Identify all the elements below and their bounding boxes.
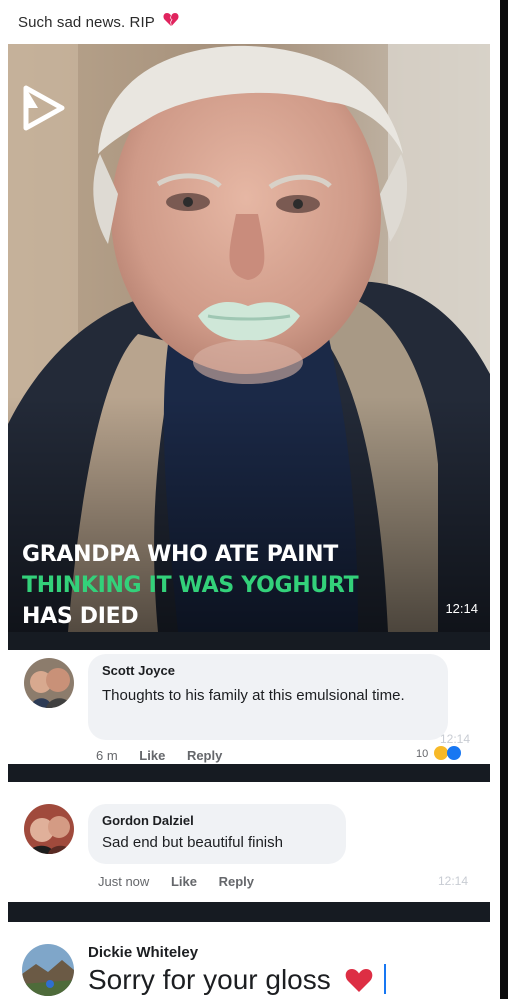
separator-band	[8, 764, 490, 782]
comment-text: Thoughts to his family at this emulsiona…	[102, 687, 405, 704]
like-reaction-icon	[447, 746, 462, 760]
avatar[interactable]	[24, 804, 74, 854]
screenshot-frame: Such sad news. RIP GRANDPA WHO ATE PAINT…	[0, 0, 508, 999]
separator-band	[8, 902, 490, 922]
comment-author[interactable]: Scott Joyce	[102, 663, 434, 678]
comment-actions: Just now Like Reply	[98, 874, 272, 889]
video-timestamp: 12:14	[445, 601, 478, 616]
composer-author: Dickie Whiteley	[88, 944, 199, 961]
play-logo-icon	[18, 84, 66, 137]
comment-author[interactable]: Gordon Dalziel	[102, 813, 332, 828]
comment-bubble[interactable]: Scott Joyce Thoughts to his family at th…	[88, 654, 448, 740]
comment-item: Scott Joyce Thoughts to his family at th…	[8, 650, 490, 764]
ghost-timestamp: 12:14	[440, 732, 471, 746]
reaction-count-text: 10	[416, 748, 429, 760]
comment-input-text: Sorry for your gloss	[88, 964, 331, 995]
headline-line-1: GRANDPA WHO ATE PAINT	[22, 542, 338, 567]
comment-actions: 6 m Like Reply	[96, 748, 240, 763]
video-player[interactable]: GRANDPA WHO ATE PAINT THINKING IT WAS YO…	[8, 44, 490, 632]
headline-line-3: HAS DIED	[22, 604, 139, 629]
comment-input[interactable]: Sorry for your gloss	[88, 964, 387, 1000]
comment-composer: Dickie Whiteley Sorry for your gloss	[8, 922, 490, 999]
comment-text: Sad end but beautiful finish	[102, 834, 283, 851]
text-cursor	[384, 964, 387, 994]
separator-band	[8, 632, 490, 650]
comment-bubble[interactable]: Gordon Dalziel Sad end but beautiful fin…	[88, 804, 346, 864]
avatar[interactable]	[24, 658, 74, 708]
reply-button[interactable]: Reply	[219, 874, 254, 889]
reaction-count[interactable]: 10	[416, 746, 462, 760]
comment-time: Just now	[98, 874, 150, 889]
haha-reaction-icon	[434, 746, 449, 760]
headline-line-2: THINKING IT WAS YOGHURT	[22, 573, 359, 598]
reply-button[interactable]: Reply	[187, 748, 222, 763]
like-button[interactable]: Like	[171, 874, 197, 889]
red-heart-icon	[345, 967, 373, 1000]
post-caption: Such sad news. RIP	[18, 12, 179, 31]
broken-heart-icon	[163, 12, 179, 31]
like-button[interactable]: Like	[139, 748, 165, 763]
avatar[interactable]	[22, 944, 74, 996]
caption-text: Such sad news. RIP	[18, 14, 155, 31]
video-headline: GRANDPA WHO ATE PAINT THINKING IT WAS YO…	[22, 539, 359, 632]
comment-time: 6 m	[96, 748, 118, 763]
ghost-timestamp: 12:14	[438, 874, 469, 888]
comment-item: Gordon Dalziel Sad end but beautiful fin…	[8, 782, 490, 902]
